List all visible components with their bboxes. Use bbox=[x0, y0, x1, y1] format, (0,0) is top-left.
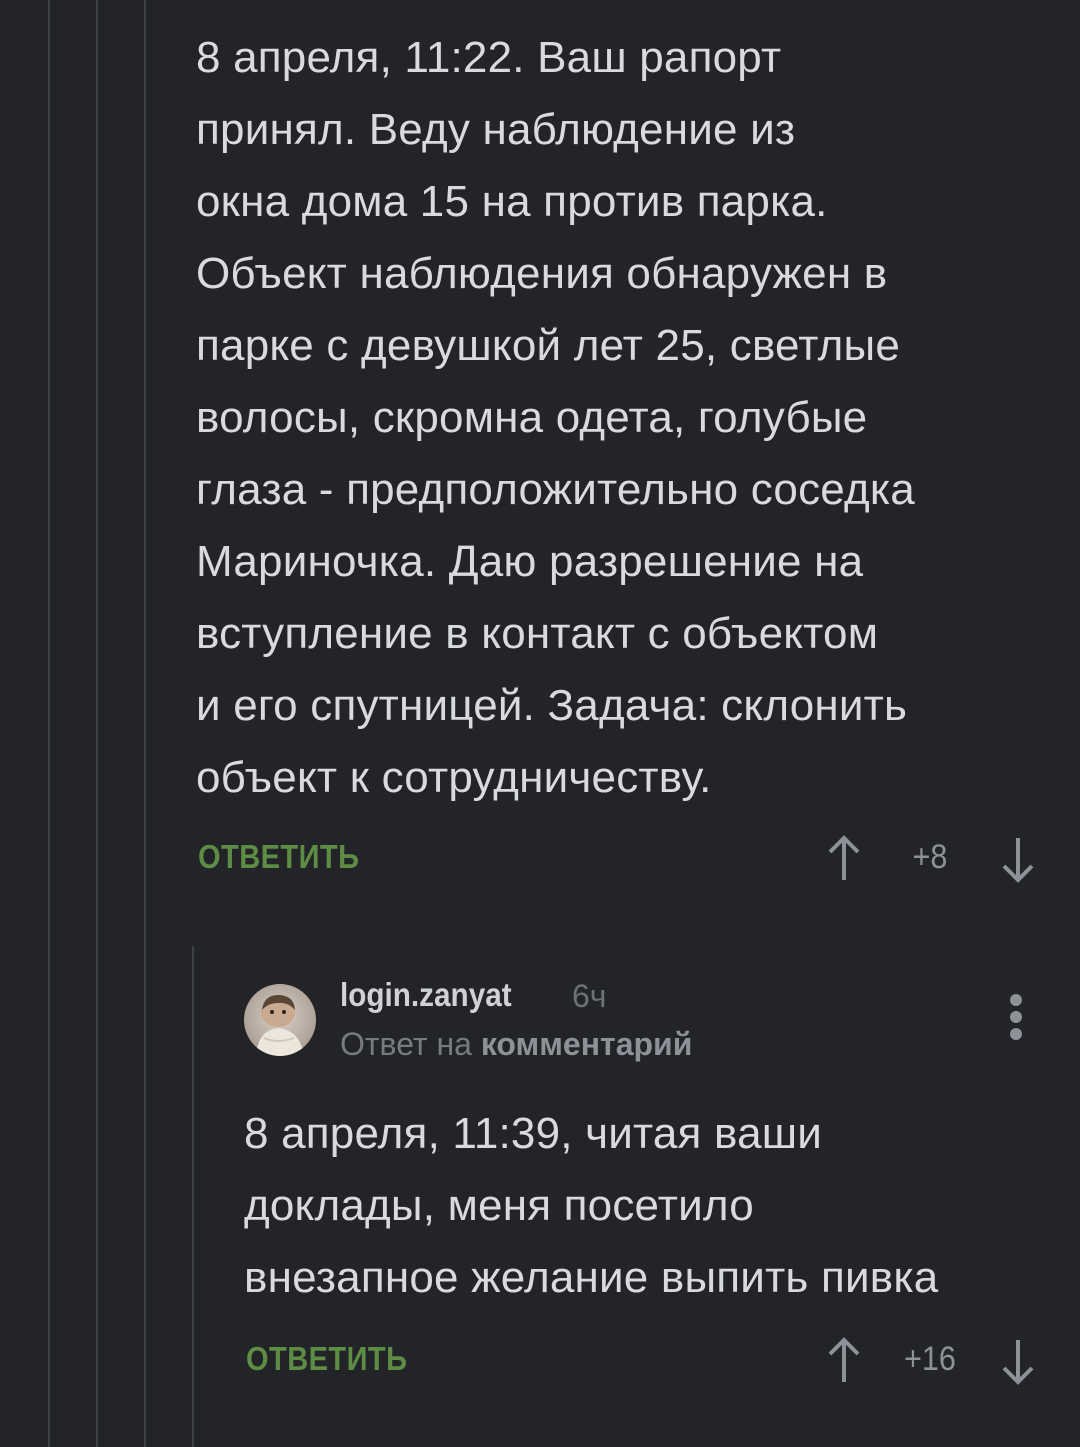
thread-line-2 bbox=[96, 0, 98, 1447]
comment-time: 6ч bbox=[572, 978, 607, 1014]
thread-line-4 bbox=[192, 946, 194, 1447]
reply-downvote-arrow-down-icon[interactable] bbox=[998, 1336, 1038, 1386]
reply-to-prefix: Ответ на bbox=[340, 1026, 472, 1062]
reply-to-link[interactable]: комментарий bbox=[481, 1026, 693, 1062]
reply-reply-button[interactable]: ОТВЕТИТЬ bbox=[246, 1340, 407, 1378]
parent-comment-text: 8 апреля, 11:22. Ваш рапорт принял. Веду… bbox=[196, 33, 915, 802]
parent-upvote-arrow-up-icon[interactable] bbox=[824, 834, 864, 884]
parent-reply-button[interactable]: ОТВЕТИТЬ bbox=[198, 838, 359, 876]
comments-screen: 8 апреля, 11:22. Ваш рапорт принял. Веду… bbox=[0, 0, 1080, 1447]
thread-line-3 bbox=[144, 0, 146, 1447]
avatar[interactable] bbox=[244, 984, 316, 1056]
parent-downvote-arrow-down-icon[interactable] bbox=[998, 834, 1038, 884]
more-vertical-icon[interactable] bbox=[1002, 994, 1030, 1044]
reply-comment-text: 8 апреля, 11:39, читая ваши доклады, мен… bbox=[244, 1109, 939, 1302]
reply-upvote-arrow-up-icon[interactable] bbox=[824, 1336, 864, 1386]
reply-to-info: Ответ на комментарий bbox=[340, 1026, 692, 1063]
parent-score: +8 bbox=[912, 838, 948, 876]
reply-score: +16 bbox=[904, 1340, 956, 1378]
thread-line-1 bbox=[48, 0, 50, 1447]
username[interactable]: login.zanyat bbox=[340, 976, 512, 1014]
